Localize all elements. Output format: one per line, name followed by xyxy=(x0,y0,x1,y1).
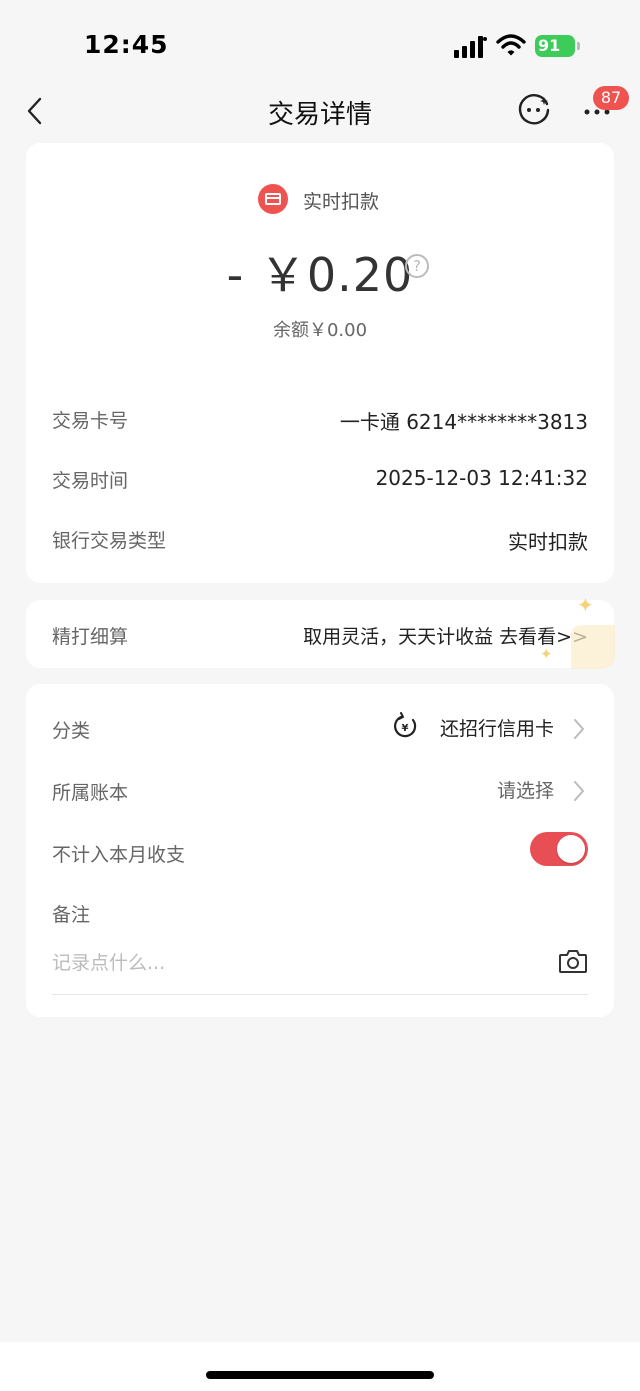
cellular-signal-icon xyxy=(454,36,487,58)
battery-icon: 91 xyxy=(535,35,581,59)
promo-decoration xyxy=(571,625,615,669)
debit-card-icon xyxy=(258,184,288,214)
battery-level: 91 xyxy=(535,35,575,57)
exclude-monthly-row: 不计入本月收支 xyxy=(52,832,588,870)
note-input[interactable] xyxy=(52,946,532,980)
chevron-right-icon xyxy=(574,719,584,739)
detail-value: 实时扣款 xyxy=(508,530,588,554)
detail-value: 一卡通 6214********3813 xyxy=(339,410,588,434)
toggle-knob xyxy=(557,835,585,863)
assistant-bot-icon[interactable] xyxy=(516,92,552,128)
help-icon[interactable]: ? xyxy=(405,254,429,278)
category-row[interactable]: 分类 ¥ 还招行信用卡 xyxy=(52,712,588,746)
detail-row-time: 交易时间 2025-12-03 12:41:32 xyxy=(52,466,588,496)
camera-icon[interactable] xyxy=(558,948,588,974)
transaction-type-label: 实时扣款 xyxy=(303,191,380,213)
balance-text: 余额￥0.00 xyxy=(272,320,368,341)
detail-label: 交易卡号 xyxy=(52,410,129,432)
detail-label: 交易时间 xyxy=(52,470,129,492)
sparkle-icon: ✦ xyxy=(540,645,553,663)
chevron-right-icon xyxy=(574,781,584,801)
status-bar: 12:45 91 xyxy=(0,0,640,80)
note-label: 备注 xyxy=(52,904,91,926)
account-book-value: 请选择 xyxy=(496,780,554,802)
category-value: 还招行信用卡 xyxy=(439,718,554,740)
transaction-card: 实时扣款 - ￥0.20 ? 余额￥0.00 交易卡号 一卡通 6214****… xyxy=(26,143,614,583)
notification-badge: 87 xyxy=(593,86,629,110)
sparkle-icon: ✦ xyxy=(577,593,594,617)
transaction-amount: - ￥0.20 xyxy=(226,248,414,302)
account-book-row[interactable]: 所属账本 请选择 xyxy=(52,774,588,808)
promo-card[interactable]: 精打细算 取用灵活，天天计收益 去看看>> xyxy=(26,600,614,668)
home-indicator[interactable] xyxy=(206,1371,434,1379)
exclude-monthly-label: 不计入本月收支 xyxy=(52,844,186,866)
status-time: 12:45 xyxy=(84,30,169,59)
exclude-monthly-toggle[interactable] xyxy=(530,832,588,866)
account-book-label: 所属账本 xyxy=(52,782,129,804)
detail-value: 2025-12-03 12:41:32 xyxy=(375,466,588,490)
settings-card: 分类 ¥ 还招行信用卡 所属账本 请选择 不计入本月收支 备注 xyxy=(26,684,614,1017)
credit-repay-icon: ¥ xyxy=(394,712,417,738)
note-divider xyxy=(52,994,588,995)
bottom-safe-area xyxy=(0,1342,640,1391)
promo-label: 精打细算 xyxy=(52,626,129,648)
wifi-icon xyxy=(496,34,526,56)
detail-row-card-number: 交易卡号 一卡通 6214********3813 xyxy=(52,406,588,436)
detail-label: 银行交易类型 xyxy=(52,530,167,552)
svg-text:¥: ¥ xyxy=(402,723,409,734)
nav-bar: 交易详情 87 xyxy=(0,80,640,142)
note-row: 备注 xyxy=(52,896,588,930)
category-label: 分类 xyxy=(52,720,91,742)
detail-row-bank-type: 银行交易类型 实时扣款 xyxy=(52,526,588,556)
